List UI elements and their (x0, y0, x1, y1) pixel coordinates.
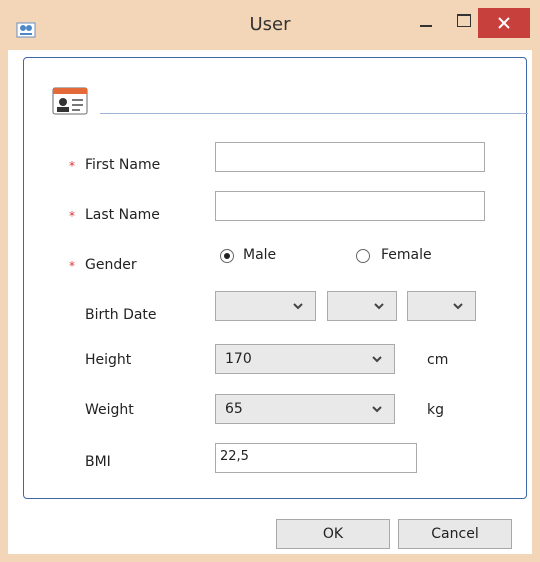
minimize-icon[interactable] (408, 8, 444, 38)
gender-female-radio[interactable] (356, 249, 370, 263)
weight-value: 65 (225, 401, 243, 417)
required-marker: * (69, 209, 75, 223)
group-header-line (100, 113, 528, 114)
title-bar[interactable]: User (0, 0, 540, 50)
birth-day-select[interactable] (215, 291, 316, 321)
chevron-down-icon (372, 356, 382, 363)
required-marker: * (69, 159, 75, 173)
birth-month-select[interactable] (327, 291, 397, 321)
chevron-down-icon (374, 303, 384, 310)
maximize-icon[interactable] (446, 8, 482, 38)
gender-male-radio[interactable] (220, 249, 234, 263)
height-label: Height (85, 352, 132, 368)
birth-year-select[interactable] (407, 291, 476, 321)
bmi-label: BMI (85, 454, 111, 470)
close-button[interactable] (478, 8, 530, 38)
height-value: 170 (225, 351, 252, 367)
bmi-field[interactable]: 22,5 (215, 443, 417, 473)
id-card-icon (52, 87, 88, 115)
weight-unit: kg (427, 402, 444, 418)
birth-date-label: Birth Date (85, 307, 157, 323)
chevron-down-icon (293, 303, 303, 310)
gender-male-label[interactable]: Male (243, 247, 276, 263)
gender-female-label[interactable]: Female (381, 247, 432, 263)
required-marker: * (69, 259, 75, 273)
dialog-content: * First Name * Last Name * Gender Male F… (8, 50, 532, 554)
weight-select[interactable]: 65 (215, 394, 395, 424)
cancel-button[interactable]: Cancel (398, 519, 512, 549)
height-unit: cm (427, 352, 449, 368)
close-icon (498, 17, 510, 29)
chevron-down-icon (453, 303, 463, 310)
height-select[interactable]: 170 (215, 344, 395, 374)
first-name-label: First Name (85, 157, 161, 173)
ok-button[interactable]: OK (276, 519, 390, 549)
gender-label: Gender (85, 257, 137, 273)
chevron-down-icon (372, 406, 382, 413)
last-name-input[interactable] (215, 191, 485, 221)
weight-label: Weight (85, 402, 134, 418)
last-name-label: Last Name (85, 207, 160, 223)
first-name-input[interactable] (215, 142, 485, 172)
user-form-group: * First Name * Last Name * Gender Male F… (23, 57, 528, 499)
user-dialog-window: User * First Name * Last Name * Gender M… (0, 0, 540, 562)
